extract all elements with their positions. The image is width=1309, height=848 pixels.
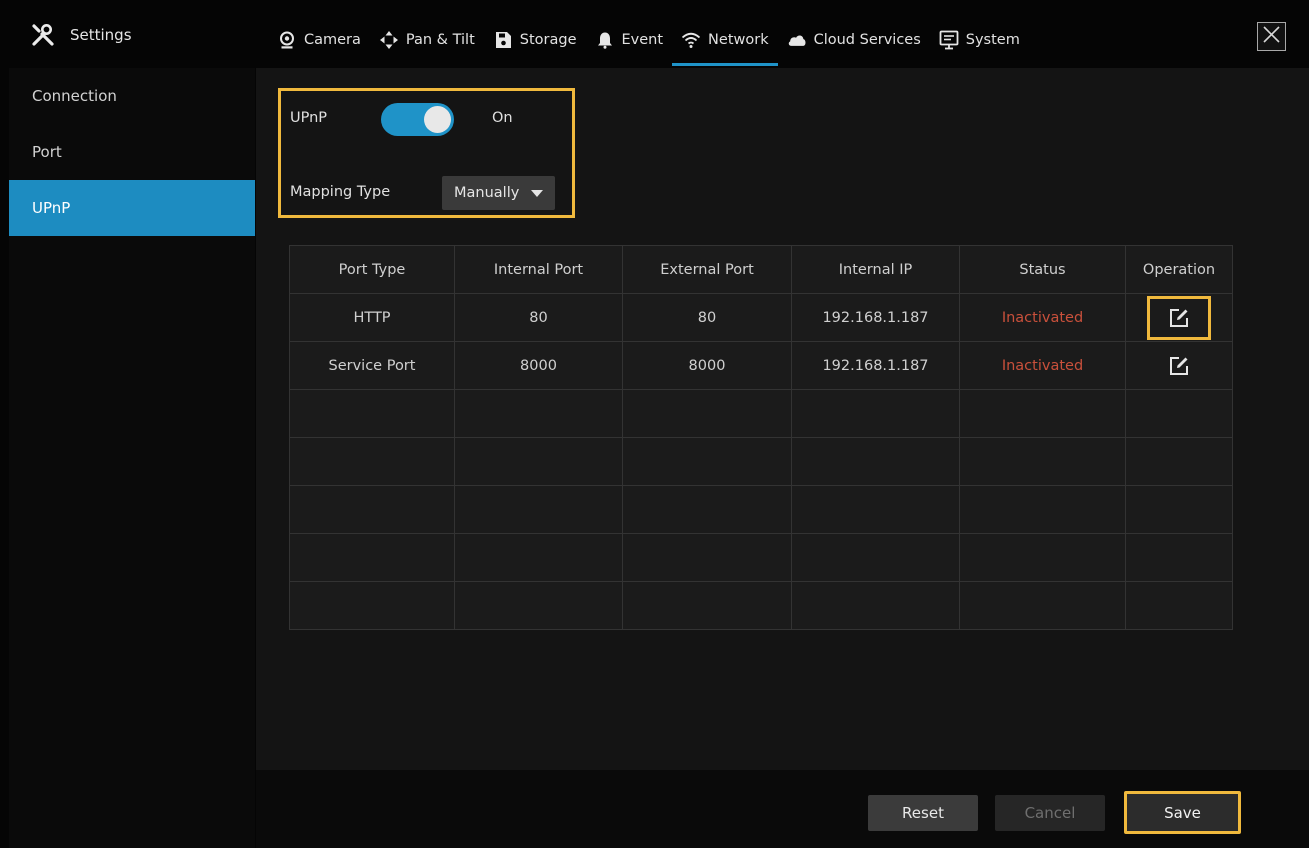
cell-operation — [1125, 341, 1233, 390]
column-header-operation: Operation — [1125, 245, 1233, 294]
table-header-row: Port Type Internal Port External Port In… — [289, 245, 1233, 294]
sidebar-item-label: Connection — [32, 87, 117, 105]
upnp-label: UPnP — [290, 110, 328, 126]
save-button[interactable]: Save — [1124, 791, 1241, 834]
cell-internal-ip: 192.168.1.187 — [791, 341, 960, 390]
upnp-state-text: On — [492, 110, 513, 126]
tab-label: Network — [708, 32, 769, 48]
tab-label: Event — [621, 32, 664, 48]
edit-button[interactable] — [1165, 352, 1193, 380]
column-header-external-port: External Port — [622, 245, 792, 294]
upnp-toggle[interactable] — [381, 103, 454, 136]
cell-internal-port: 80 — [454, 293, 623, 342]
empty-table-row — [289, 437, 1233, 486]
cell-external-port: 8000 — [622, 341, 792, 390]
sidebar-item-connection[interactable]: Connection — [9, 68, 255, 124]
column-header-internal-ip: Internal IP — [791, 245, 960, 294]
tab-label: Cloud Services — [813, 32, 921, 48]
sidebar: Connection Port UPnP — [9, 68, 255, 848]
port-mapping-table: Port Type Internal Port External Port In… — [289, 245, 1233, 630]
toggle-knob — [424, 106, 451, 133]
cell-external-port: 80 — [622, 293, 792, 342]
cell-internal-ip: 192.168.1.187 — [791, 293, 960, 342]
tab-label: Storage — [519, 32, 577, 48]
cell-port-type: Service Port — [289, 341, 455, 390]
sidebar-item-upnp[interactable]: UPnP — [9, 180, 255, 236]
monitor-icon — [939, 30, 959, 50]
sidebar-item-port[interactable]: Port — [9, 124, 255, 180]
page-title: Settings — [70, 26, 132, 44]
bell-icon — [595, 30, 615, 50]
camera-icon — [277, 30, 297, 50]
edit-icon — [1170, 308, 1188, 327]
column-header-internal-port: Internal Port — [454, 245, 623, 294]
tab-event[interactable]: Event — [586, 14, 673, 66]
cancel-button[interactable]: Cancel — [995, 795, 1105, 831]
edit-button[interactable] — [1165, 304, 1193, 332]
cell-status: Inactivated — [959, 341, 1126, 390]
chevron-down-icon — [531, 189, 544, 197]
close-icon — [1262, 25, 1281, 48]
tab-camera[interactable]: Camera — [268, 14, 370, 66]
tab-network[interactable]: Network — [672, 14, 778, 66]
cell-internal-port: 8000 — [454, 341, 623, 390]
table-row: Service Port 8000 8000 192.168.1.187 Ina… — [289, 341, 1233, 390]
tab-storage[interactable]: Storage — [484, 14, 586, 66]
cloud-icon — [787, 30, 807, 50]
column-header-port-type: Port Type — [289, 245, 455, 294]
cell-status: Inactivated — [959, 293, 1126, 342]
tab-label: Camera — [304, 32, 361, 48]
top-bar: Settings Camera Pan & Tilt Storage Event — [0, 0, 1309, 68]
mapping-type-value: Manually — [454, 185, 520, 201]
tab-cloud-services[interactable]: Cloud Services — [778, 14, 930, 66]
edit-icon — [1170, 356, 1188, 375]
cell-operation — [1125, 293, 1233, 342]
mapping-type-select[interactable]: Manually — [442, 176, 555, 210]
tab-system[interactable]: System — [930, 14, 1029, 66]
tab-label: Pan & Tilt — [405, 32, 475, 48]
wifi-icon — [681, 30, 701, 50]
column-header-status: Status — [959, 245, 1126, 294]
tab-pan-tilt[interactable]: Pan & Tilt — [370, 14, 484, 66]
settings-brand: Settings — [30, 22, 132, 48]
main-tabs: Camera Pan & Tilt Storage Event Network — [268, 14, 1029, 66]
empty-table-row — [289, 581, 1233, 630]
table-row: HTTP 80 80 192.168.1.187 Inactivated — [289, 293, 1233, 342]
empty-table-row — [289, 389, 1233, 438]
empty-table-row — [289, 533, 1233, 582]
reset-button[interactable]: Reset — [868, 795, 978, 831]
close-button[interactable] — [1257, 22, 1286, 51]
tab-label: System — [965, 32, 1020, 48]
pan-tilt-icon — [379, 30, 399, 50]
tools-icon — [30, 22, 56, 48]
empty-table-row — [289, 485, 1233, 534]
cell-port-type: HTTP — [289, 293, 455, 342]
sidebar-item-label: UPnP — [32, 199, 71, 217]
sidebar-item-label: Port — [32, 143, 62, 161]
storage-icon — [493, 30, 513, 50]
mapping-type-label: Mapping Type — [290, 184, 391, 200]
